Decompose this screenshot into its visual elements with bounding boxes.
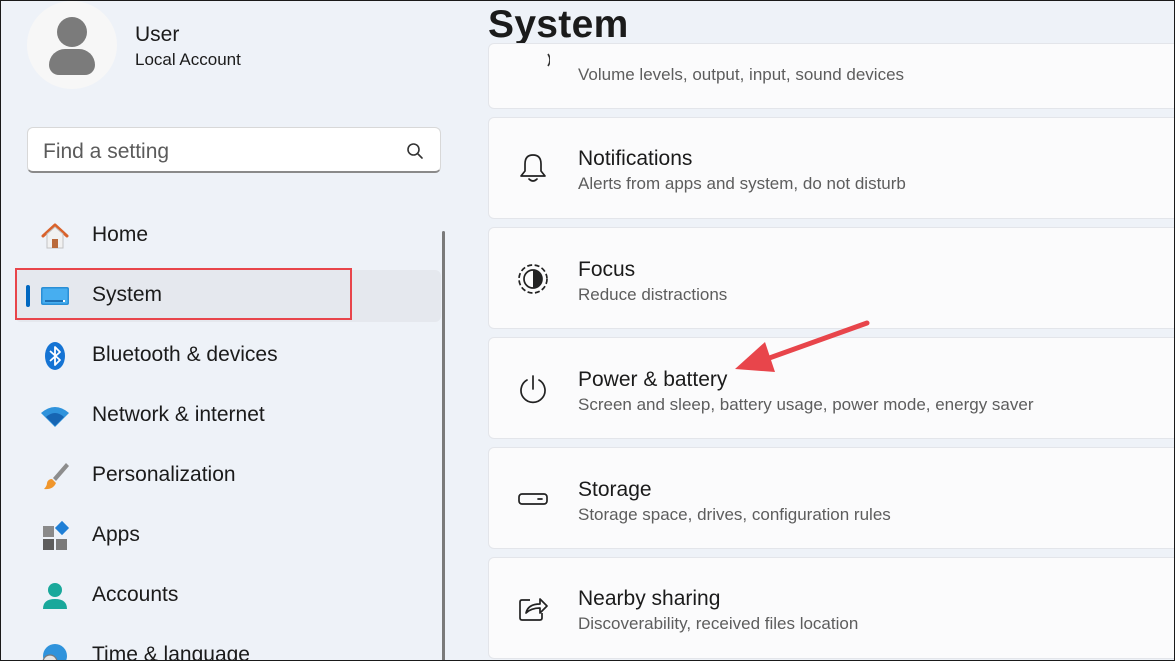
settings-card-notifications[interactable]: Notifications Alerts from apps and syste…	[488, 117, 1174, 219]
user-name: User	[135, 23, 180, 46]
power-icon	[520, 375, 546, 404]
sidebar-item-apps[interactable]: Apps	[15, 510, 441, 562]
sidebar-item-label: Personalization	[92, 463, 236, 486]
card-title: Power & battery	[578, 368, 728, 391]
avatar[interactable]	[27, 1, 117, 89]
home-icon	[41, 223, 69, 249]
settings-card-sound[interactable]: Volume levels, output, input, sound devi…	[488, 43, 1174, 109]
focus-icon	[518, 264, 548, 294]
share-icon	[519, 598, 548, 621]
card-description: Storage space, drives, configuration rul…	[578, 505, 891, 524]
sidebar-item-label: Network & internet	[92, 403, 265, 426]
bell-icon	[520, 154, 546, 182]
card-description: Discoverability, received files location	[578, 614, 859, 633]
search-placeholder: Find a setting	[43, 140, 170, 163]
settings-window: User Local Account Find a setting Home S…	[0, 0, 1175, 661]
sidebar-item-home[interactable]: Home	[15, 210, 441, 262]
sidebar-item-label: Time & language	[92, 643, 250, 661]
settings-card-nearby-sharing[interactable]: Nearby sharing Discoverability, received…	[488, 557, 1174, 659]
sidebar-item-label: Bluetooth & devices	[92, 343, 278, 366]
globe-clock-icon	[42, 644, 67, 660]
sidebar-item-label: Accounts	[92, 583, 179, 606]
card-title: Nearby sharing	[578, 587, 721, 610]
storage-drive-icon	[518, 493, 548, 505]
bluetooth-icon	[45, 342, 65, 370]
card-title: Notifications	[578, 147, 693, 170]
speaker-icon	[547, 53, 550, 67]
person-icon	[43, 583, 67, 609]
sidebar-item-bluetooth-devices[interactable]: Bluetooth & devices	[15, 330, 441, 382]
paintbrush-icon	[44, 463, 69, 490]
sidebar-item-label: Apps	[92, 523, 140, 546]
sidebar-item-network-internet[interactable]: Network & internet	[15, 390, 441, 442]
card-description: Reduce distractions	[578, 285, 728, 304]
card-title: Focus	[578, 258, 636, 281]
account-type: Local Account	[135, 50, 241, 69]
card-description: Volume levels, output, input, sound devi…	[578, 65, 905, 84]
search-icon	[407, 143, 423, 159]
card-description: Alerts from apps and system, do not dist…	[578, 174, 906, 193]
sidebar-item-accounts[interactable]: Accounts	[15, 570, 441, 622]
avatar-body-shape	[49, 49, 95, 75]
settings-card-power-battery[interactable]: Power & battery Screen and sleep, batter…	[488, 337, 1174, 439]
sidebar-scrollbar[interactable]	[442, 231, 445, 660]
page-title: System	[488, 3, 629, 46]
settings-card-storage[interactable]: Storage Storage space, drives, configura…	[488, 447, 1174, 549]
card-title: Storage	[578, 478, 652, 501]
avatar-head-shape	[57, 17, 87, 47]
sidebar-item-label: Home	[92, 223, 149, 246]
settings-card-focus[interactable]: Focus Reduce distractions	[488, 227, 1174, 329]
search-input[interactable]: Find a setting	[27, 127, 441, 173]
wifi-icon	[41, 407, 69, 427]
card-description: Screen and sleep, battery usage, power m…	[578, 395, 1034, 414]
annotation-highlight-box	[15, 268, 352, 320]
sidebar-item-time-language[interactable]: Time & language	[15, 630, 441, 661]
apps-icon	[43, 520, 70, 550]
sidebar-item-personalization[interactable]: Personalization	[15, 450, 441, 502]
